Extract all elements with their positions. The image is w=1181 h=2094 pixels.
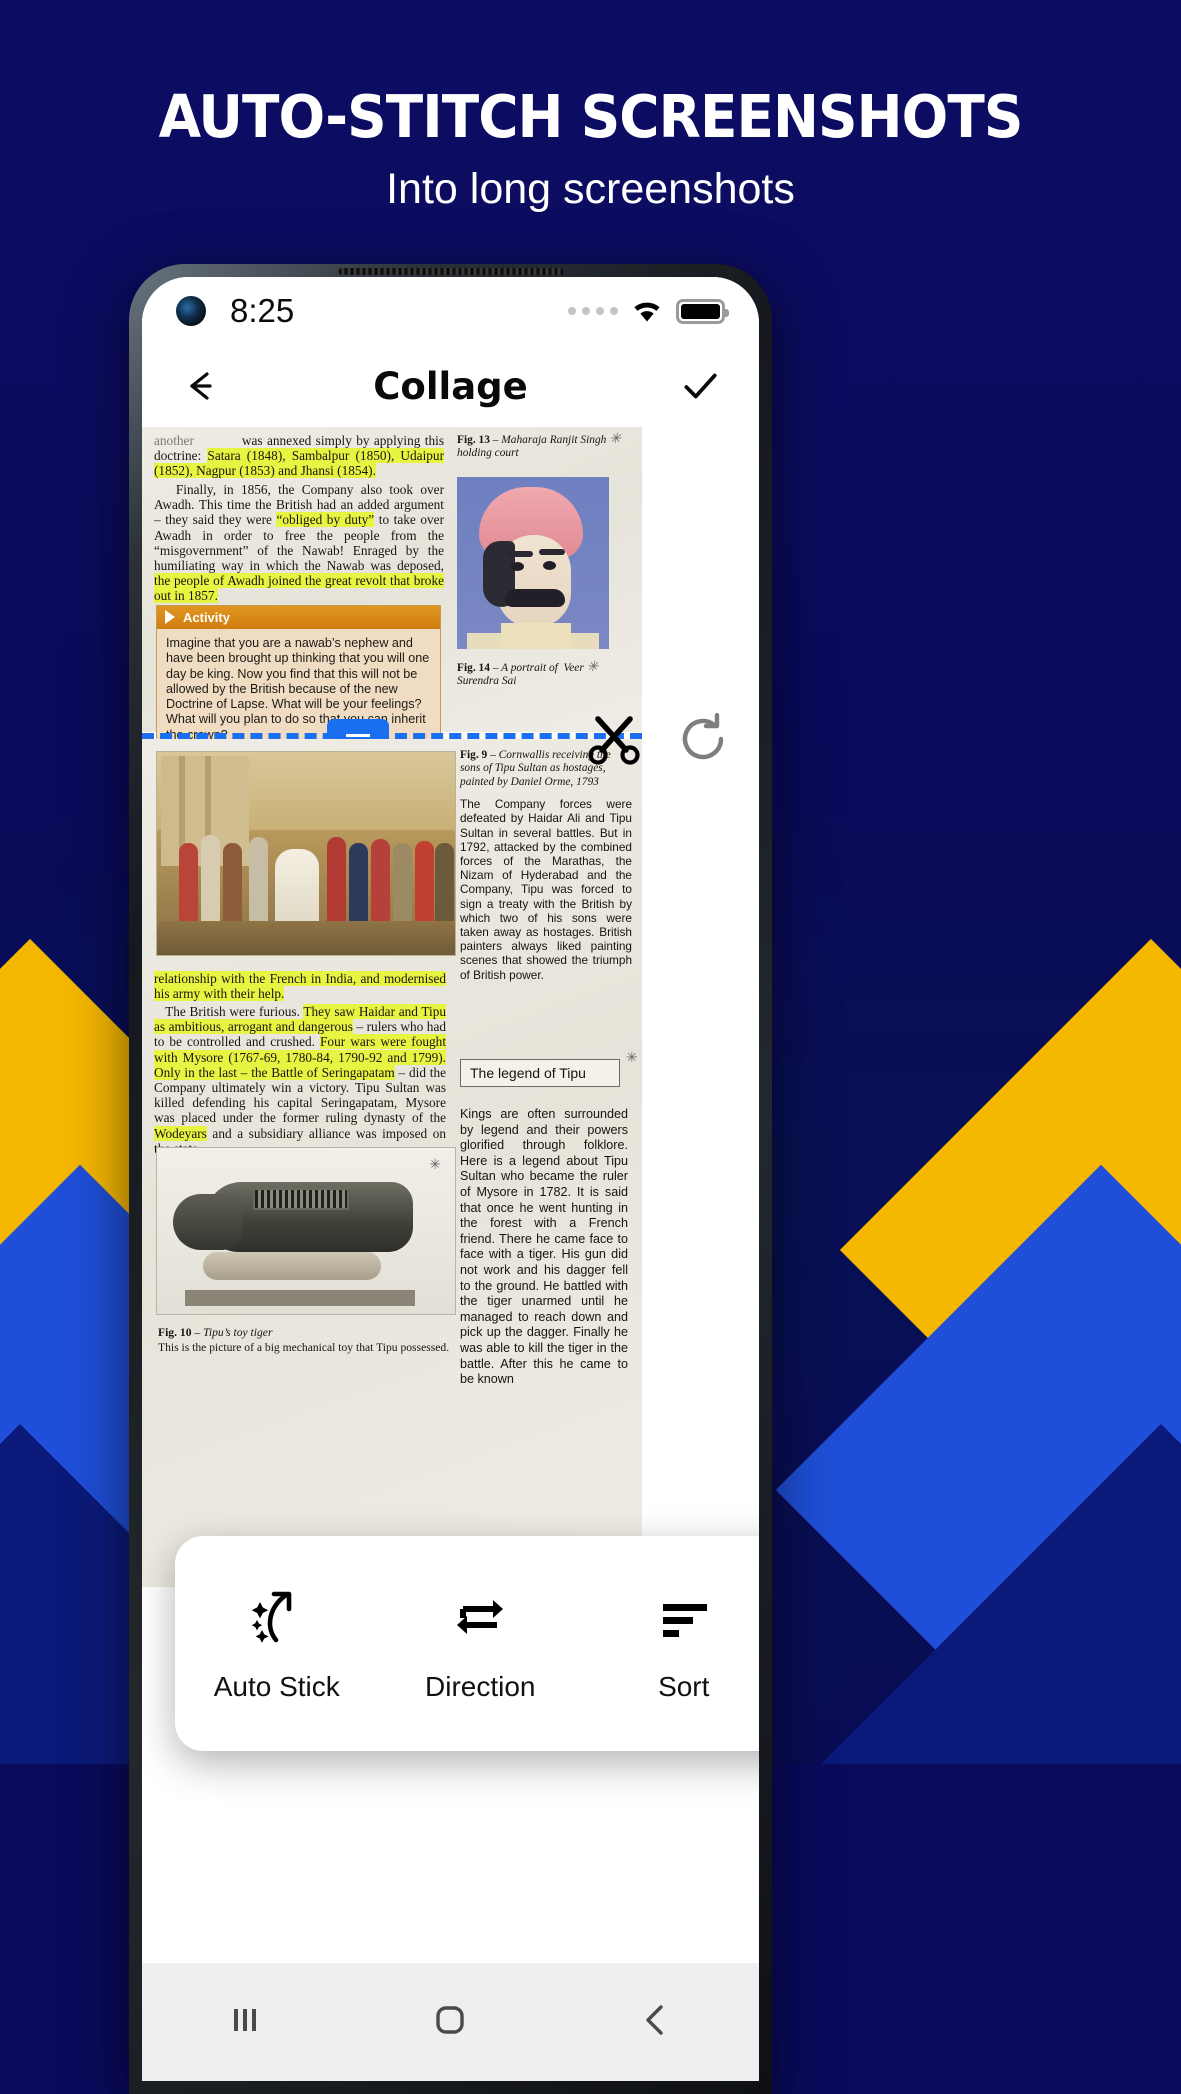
checkmark-icon: [684, 373, 717, 399]
status-bar-clock: 8:25: [230, 292, 295, 329]
rotate-icon: [682, 712, 724, 760]
segment1-right-column: Fig. 13 – Maharaja Ranjit Singh ✳ holding…: [457, 433, 632, 689]
phone-mockup: 8:25 Collage another was annexed simply …: [129, 264, 772, 2094]
back-button[interactable]: [178, 363, 224, 409]
toolbar-item-sort[interactable]: Sort: [582, 1585, 759, 1703]
phone-screen: 8:25 Collage another was annexed simply …: [142, 277, 759, 2081]
recents-button[interactable]: [223, 1998, 267, 2047]
nav-back-button[interactable]: [634, 1998, 678, 2047]
portrait-neck: [501, 622, 571, 649]
sort-icon: [653, 1585, 715, 1649]
tiger-head: [173, 1194, 243, 1250]
painting-ground: [157, 921, 455, 955]
promo-headline: AUTO-STITCH SCREENSHOTS: [158, 82, 1024, 151]
battery-icon: [676, 298, 729, 324]
legend-of-tipu-body: Kings are often surrounded by legend and…: [460, 1107, 628, 1387]
toolbar-label-auto-stick: Auto Stick: [213, 1670, 340, 1702]
wifi-icon: [634, 302, 660, 322]
toolbar-item-auto-stick[interactable]: Auto Stick: [175, 1585, 379, 1703]
recents-icon: [233, 2008, 256, 2031]
direction-icon: [449, 1585, 511, 1649]
portrait-eye-right: [543, 560, 556, 570]
figure-9-body: The Company forces were defeated by Haid…: [460, 797, 632, 982]
portrait-eye-left: [511, 561, 524, 571]
phone-speaker-grille: [338, 268, 563, 275]
home-icon: [436, 2005, 465, 2034]
screenshot-segment-one[interactable]: another was annexed simply by applying t…: [142, 427, 642, 752]
rotate-segment-button[interactable]: [677, 712, 729, 770]
app-header-bar: Collage: [142, 345, 759, 427]
figure-13-image: [457, 476, 609, 649]
page-title: Collage: [373, 364, 528, 408]
figure-10-body: This is the picture of a big mechanical …: [158, 1341, 450, 1354]
front-camera-punch-hole: [176, 296, 206, 326]
cut-segment-button[interactable]: [585, 710, 643, 773]
activity-box-body: Imagine that you are a nawab’s nephew an…: [166, 636, 430, 742]
collage-canvas[interactable]: another was annexed simply by applying t…: [142, 427, 759, 1587]
portrait-moustache: [505, 588, 565, 607]
tiger-mechanism-grille: [253, 1188, 349, 1210]
segment-tools: [585, 710, 729, 773]
figure-10-star-mark: ✳: [429, 1156, 441, 1172]
figure-10-caption: Fig. 10 – Tipu’s toy tiger: [158, 1326, 273, 1339]
dots-indicator-icon: [568, 307, 618, 315]
confirm-button[interactable]: [677, 363, 723, 409]
legend-box-star-mark: ✳: [626, 1049, 638, 1065]
figure-14-caption: Fig. 14 – A portrait of Veer ✳ Surendra S…: [457, 659, 599, 688]
portrait-brow-left: [507, 550, 533, 557]
portrait-brow-right: [539, 548, 565, 555]
system-nav-bar: [142, 1963, 759, 2081]
home-button[interactable]: [428, 1998, 472, 2047]
segment1-paragraph-2: Finally, in 1856, the Company also took …: [154, 482, 445, 604]
toolbar-item-direction[interactable]: Direction: [379, 1585, 583, 1703]
arrow-left-icon: [190, 372, 212, 400]
segment2-paragraph-2: The British were furious. They saw Haida…: [154, 1004, 447, 1156]
segment2-paragraph-1: relationship with the French in India, a…: [154, 971, 446, 1002]
activity-box-title: Activity: [157, 606, 440, 629]
screenshot-segment-two[interactable]: Fig. 9 – Cornwallis receiving the sons o…: [142, 739, 642, 1587]
toolbar-label-direction: Direction: [425, 1670, 536, 1702]
status-bar: 8:25: [142, 277, 759, 345]
figure-9-image: [156, 751, 456, 956]
tiger-victim-figure: [203, 1252, 381, 1280]
bottom-toolbar: Auto Stick Direction Sort: [175, 1536, 759, 1751]
back-icon: [646, 2004, 663, 2035]
toolbar-label-sort: Sort: [658, 1670, 710, 1702]
legend-of-tipu-title: The legend of Tipu: [470, 1065, 586, 1081]
activity-box: Activity Imagine that you are a nawab’s …: [156, 605, 441, 752]
status-bar-icons: [568, 298, 729, 324]
promo-subheadline: Into long screenshots: [386, 165, 795, 213]
tiger-base: [185, 1290, 415, 1306]
segment2-right-column: Fig. 9 – Cornwallis receiving the sons o…: [460, 749, 632, 982]
figure-10-image: ✳: [156, 1147, 456, 1315]
legend-of-tipu-title-box: The legend of Tipu: [460, 1059, 620, 1087]
scissors-icon: [588, 716, 640, 765]
segment1-paragraph-1: another was annexed simply by applying t…: [154, 433, 444, 479]
figure-13-caption: Fig. 13 – Maharaja Ranjit Singh ✳ holding…: [457, 432, 621, 460]
auto-stick-icon: [246, 1585, 308, 1649]
